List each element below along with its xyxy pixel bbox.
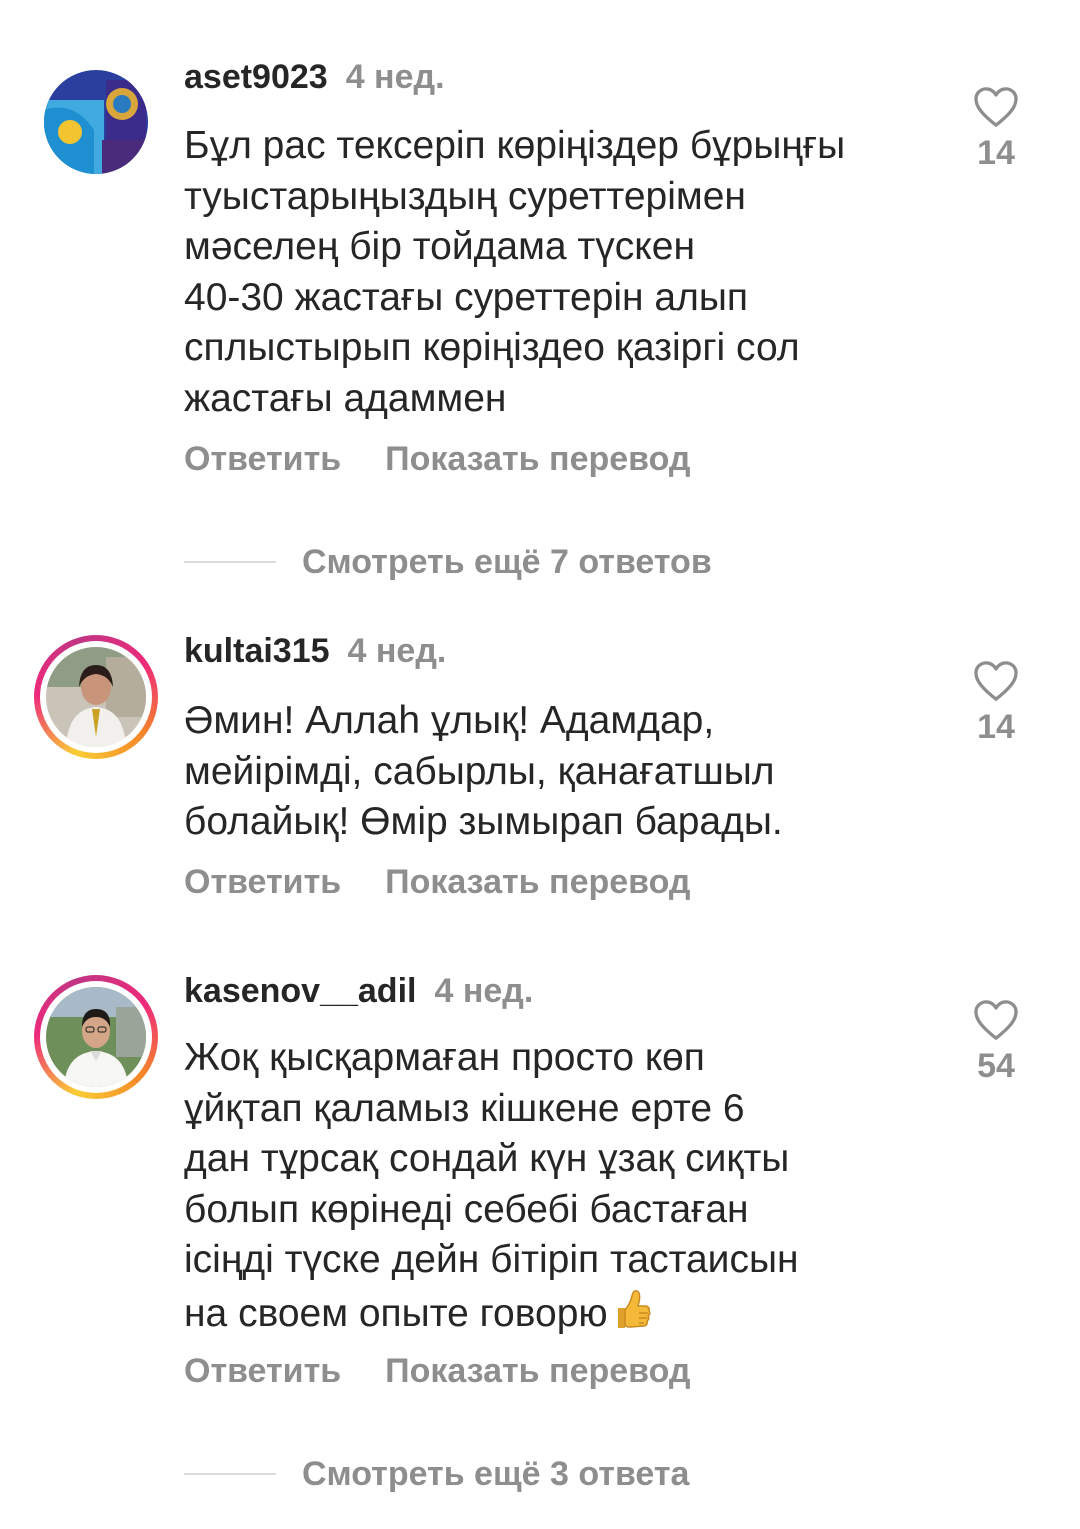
comment-time: 4 нед. (345, 58, 445, 96)
avatar-image (46, 647, 146, 747)
view-more-replies-label[interactable]: Смотреть ещё 3 ответа (302, 1455, 689, 1494)
comment-text-line: ісіңді түске дейн бітіріп тастаисын (184, 1238, 799, 1281)
avatar-ring (40, 981, 152, 1093)
comment-text-line: сплыстырып көріңіздео қазіргі сол (184, 326, 800, 369)
view-more-replies[interactable]: Смотреть ещё 7 ответов (184, 542, 712, 582)
avatar[interactable] (34, 635, 158, 759)
avatar[interactable] (44, 70, 148, 174)
heart-outline-icon[interactable] (973, 999, 1019, 1041)
show-translation-button[interactable]: Показать перевод (385, 863, 690, 901)
like-count: 14 (977, 134, 1015, 172)
avatar-image (44, 70, 148, 174)
comment-text: Бұл рас тексеріп көріңіздер бұрыңғы туыс… (184, 121, 944, 424)
like-control: 54 (966, 999, 1026, 1086)
show-translation-button[interactable]: Показать перевод (385, 440, 690, 478)
comment-actions: Ответить Показать перевод (184, 1352, 691, 1391)
comment-text: Жоқ қысқармаған просто көп ұйқтап қаламы… (184, 1033, 944, 1345)
comment-text-line: Жоқ қысқармаған просто көп (184, 1036, 705, 1079)
heart-outline-icon[interactable] (973, 86, 1019, 128)
view-more-replies-label[interactable]: Смотреть ещё 7 ответов (302, 543, 712, 582)
comment-text: Әмин! Аллаһ ұлық! Адамдар, мейірімді, са… (184, 696, 944, 848)
comment-text-line: жастағы адаммен (184, 376, 507, 420)
username-text[interactable]: aset9023 (184, 58, 328, 96)
replies-divider (184, 1473, 276, 1475)
username-text[interactable]: kultai315 (184, 632, 330, 670)
comment-username[interactable]: kasenov__adil 4 нед. (184, 972, 533, 1011)
comment-text-segment: на своем опыте говорю (184, 1291, 608, 1335)
comment-username[interactable]: kultai315 4 нед. (184, 632, 446, 671)
comment-text-line: Бұл рас тексеріп көріңіздер бұрыңғы (184, 124, 846, 167)
like-control: 14 (966, 660, 1026, 747)
comment-text-line: мәселең бір тойдама түскен (184, 225, 696, 268)
comment-text-line: 40-30 жастағы суреттерін алып (184, 275, 749, 319)
avatar-ring (40, 641, 152, 753)
comment-username[interactable]: aset9023 4 нед. (184, 58, 445, 97)
comment-time: 4 нед. (434, 972, 534, 1010)
avatar[interactable] (34, 975, 158, 1099)
comment-text-line-with-emoji: на своем опыте говорю (184, 1286, 944, 1346)
comment-text-line: болайық! Өмір зымырап барады. (184, 800, 783, 843)
username-text[interactable]: kasenov__adil (184, 972, 416, 1010)
thumbs-up-icon (610, 1286, 652, 1346)
comment-text-line: болып көрінеді себебі бастаған (184, 1187, 749, 1231)
like-count: 14 (977, 708, 1015, 746)
reply-button[interactable]: Ответить (184, 863, 341, 901)
comment-text-line: Әмин! Аллаһ ұлық! Адамдар, (184, 699, 715, 742)
reply-button[interactable]: Ответить (184, 1352, 341, 1390)
comment-text-line: мейірімді, сабырлы, қанағатшыл (184, 749, 775, 793)
comment-text-line: дан тұрсақ сондай күн ұзақ сиқты (184, 1137, 790, 1180)
heart-outline-icon[interactable] (973, 660, 1019, 702)
show-translation-button[interactable]: Показать перевод (385, 1352, 690, 1390)
like-control: 14 (966, 86, 1026, 173)
reply-button[interactable]: Ответить (184, 440, 341, 478)
comment-actions: Ответить Показать перевод (184, 440, 691, 479)
view-more-replies[interactable]: Смотреть ещё 3 ответа (184, 1454, 689, 1494)
replies-divider (184, 561, 276, 563)
like-count: 54 (977, 1047, 1015, 1085)
comment-text-line: ұйқтап қаламыз кішкене ерте 6 (184, 1086, 745, 1130)
avatar-image (46, 987, 146, 1087)
comment-actions: Ответить Показать перевод (184, 863, 691, 902)
comment-text-line: туыстарыңыздың суреттерімен (184, 174, 746, 218)
comment-time: 4 нед. (347, 632, 447, 670)
